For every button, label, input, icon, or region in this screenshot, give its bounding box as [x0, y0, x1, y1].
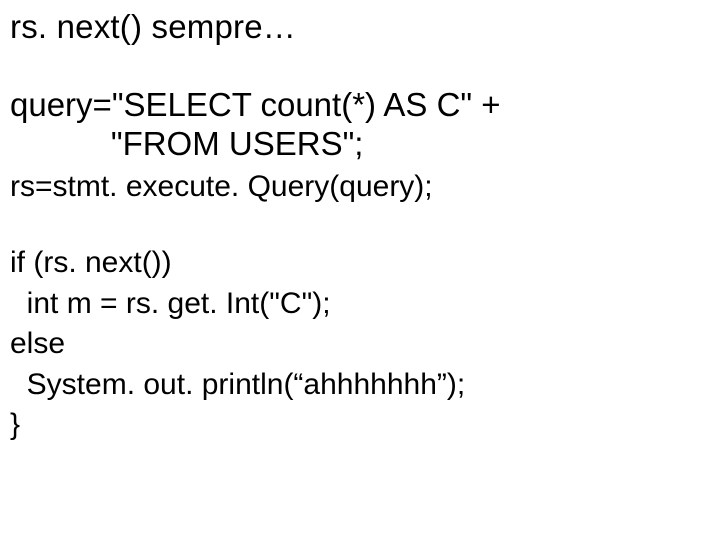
code-block-logic: rs=stmt. execute. Query(query); if (rs. …	[10, 167, 710, 446]
code-block-query: query="SELECT count(*) AS C" + "FROM USE…	[10, 86, 710, 164]
spacer	[10, 207, 710, 243]
code-line: rs=stmt. execute. Query(query);	[10, 167, 710, 208]
code-line: else	[10, 324, 710, 365]
code-line: System. out. println(“ahhhhhhh”);	[10, 365, 710, 406]
code-line: int m = rs. get. Int("C");	[10, 284, 710, 325]
code-line: if (rs. next())	[10, 243, 710, 284]
code-line: "FROM USERS";	[10, 125, 710, 164]
slide-title: rs. next() sempre…	[10, 8, 710, 46]
code-line: query="SELECT count(*) AS C" +	[10, 86, 710, 125]
code-line: }	[10, 405, 710, 446]
slide: rs. next() sempre… query="SELECT count(*…	[0, 0, 720, 540]
